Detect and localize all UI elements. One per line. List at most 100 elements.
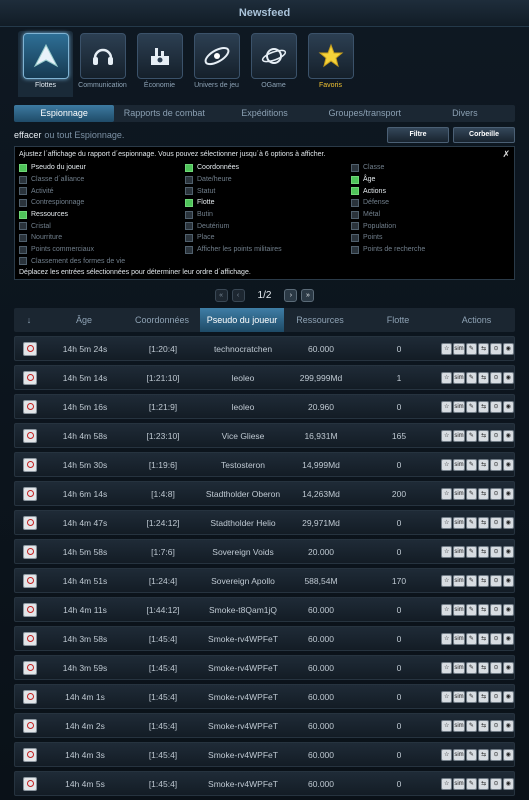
share-icon[interactable]: ⇆ — [478, 487, 490, 500]
share-icon[interactable]: ⇆ — [478, 719, 490, 732]
display-option[interactable]: Classement des formes de vie — [19, 256, 185, 268]
favorite-icon[interactable]: ☆ — [441, 458, 453, 471]
simulate-icon[interactable]: sim — [453, 574, 465, 587]
favorite-icon[interactable]: ☆ — [441, 516, 453, 529]
player-column-header[interactable]: Pseudo du joueur — [200, 308, 284, 332]
spy-report-icon[interactable] — [23, 457, 37, 472]
display-option[interactable]: Flotte — [185, 197, 351, 209]
favorite-icon[interactable]: ☆ — [441, 545, 453, 558]
attack-icon[interactable]: ◉ — [502, 516, 514, 529]
option-checkbox[interactable] — [185, 187, 193, 196]
display-option[interactable]: Pseudo du joueur — [19, 162, 185, 174]
table-row[interactable]: 14h 6m 14s [1:4:8] Stadtholder Oberon 14,26… — [14, 481, 515, 506]
spy-report-icon[interactable] — [23, 631, 37, 646]
simulate-icon[interactable]: sim — [453, 371, 465, 384]
display-option[interactable]: Cristal — [19, 220, 185, 232]
spy-report-icon[interactable] — [23, 370, 37, 385]
coords-cell[interactable]: [1:45:4] — [125, 779, 201, 789]
option-checkbox[interactable] — [351, 163, 359, 172]
espionage-icon[interactable]: ⊙ — [490, 458, 502, 471]
display-option[interactable]: Classe — [351, 162, 517, 174]
category-favorites[interactable]: Favoris — [303, 33, 358, 97]
first-page-button[interactable]: « — [214, 288, 228, 302]
simulate-icon[interactable]: sim — [453, 690, 465, 703]
edit-icon[interactable]: ✎ — [465, 516, 477, 529]
filter-button[interactable]: Filtre — [387, 127, 449, 143]
espionage-icon[interactable]: ⊙ — [490, 487, 502, 500]
share-icon[interactable]: ⇆ — [478, 777, 490, 790]
display-option[interactable]: Deutérium — [185, 220, 351, 232]
tab-espionage[interactable]: Espionnage — [14, 105, 115, 122]
edit-icon[interactable]: ✎ — [465, 777, 477, 790]
option-checkbox[interactable] — [351, 210, 359, 219]
attack-icon[interactable]: ◉ — [502, 690, 514, 703]
option-checkbox[interactable] — [351, 175, 359, 184]
spy-report-icon[interactable] — [23, 515, 37, 530]
category-economy[interactable]: Économie — [132, 33, 187, 97]
share-icon[interactable]: ⇆ — [478, 661, 490, 674]
share-icon[interactable]: ⇆ — [478, 632, 490, 645]
simulate-icon[interactable]: sim — [453, 545, 465, 558]
edit-icon[interactable]: ✎ — [465, 429, 477, 442]
espionage-icon[interactable]: ⊙ — [490, 342, 502, 355]
share-icon[interactable]: ⇆ — [478, 400, 490, 413]
display-option[interactable]: Coordonnées — [185, 162, 351, 174]
table-row[interactable]: 14h 4m 58s [1:23:10] Vice Gliese 16,931M 165… — [14, 423, 515, 448]
espionage-icon[interactable]: ⊙ — [490, 429, 502, 442]
coords-cell[interactable]: [1:44:12] — [125, 605, 201, 615]
coords-cell[interactable]: [1:21:9] — [125, 402, 201, 412]
coords-cell[interactable]: [1:19:6] — [125, 460, 201, 470]
simulate-icon[interactable]: sim — [453, 661, 465, 674]
espionage-icon[interactable]: ⊙ — [490, 371, 502, 384]
option-checkbox[interactable] — [185, 163, 193, 172]
category-fleets[interactable]: Flottes — [18, 31, 73, 97]
edit-icon[interactable]: ✎ — [465, 719, 477, 732]
favorite-icon[interactable]: ☆ — [441, 748, 453, 761]
display-option[interactable]: Ressources — [19, 209, 185, 221]
favorite-icon[interactable]: ☆ — [441, 661, 453, 674]
sort-column-header[interactable]: ↓ — [14, 308, 44, 332]
share-icon[interactable]: ⇆ — [478, 371, 490, 384]
option-checkbox[interactable] — [19, 175, 27, 184]
display-option[interactable]: Place — [185, 232, 351, 244]
edit-icon[interactable]: ✎ — [465, 748, 477, 761]
table-row[interactable]: 14h 5m 16s [1:21:9] leoleo 20.960 0 ☆ sim ✎ ⇆ ⊙ ◉ — [14, 394, 515, 419]
coords-cell[interactable]: [1:45:4] — [125, 721, 201, 731]
option-checkbox[interactable] — [185, 233, 193, 242]
simulate-icon[interactable]: sim — [453, 400, 465, 413]
attack-icon[interactable]: ◉ — [502, 371, 514, 384]
category-communication[interactable]: Communication — [75, 33, 130, 97]
option-checkbox[interactable] — [19, 163, 27, 172]
simulate-icon[interactable]: sim — [453, 342, 465, 355]
display-option[interactable]: Activité — [19, 185, 185, 197]
age-column-header[interactable]: Âge — [44, 308, 124, 332]
coords-cell[interactable]: [1:23:10] — [125, 431, 201, 441]
favorite-icon[interactable]: ☆ — [441, 487, 453, 500]
favorite-icon[interactable]: ☆ — [441, 429, 453, 442]
table-row[interactable]: 14h 5m 14s [1:21:10] leoleo 299,999Md 1 ☆ sim ✎… — [14, 365, 515, 390]
espionage-icon[interactable]: ⊙ — [490, 748, 502, 761]
simulate-icon[interactable]: sim — [453, 603, 465, 616]
coords-cell[interactable]: [1:7:6] — [125, 547, 201, 557]
table-row[interactable]: 14h 5m 30s [1:19:6] Testosteron 14,999Md 0 ☆ s… — [14, 452, 515, 477]
edit-icon[interactable]: ✎ — [465, 371, 477, 384]
display-option[interactable]: Nourriture — [19, 232, 185, 244]
prev-page-button[interactable]: ‹ — [231, 288, 245, 302]
table-row[interactable]: 14h 5m 58s [1:7:6] Sovereign Voids 20.000 0 ☆… — [14, 539, 515, 564]
coords-cell[interactable]: [1:24:12] — [125, 518, 201, 528]
option-checkbox[interactable] — [19, 233, 27, 242]
favorite-icon[interactable]: ☆ — [441, 371, 453, 384]
option-checkbox[interactable] — [185, 222, 193, 231]
espionage-icon[interactable]: ⊙ — [490, 400, 502, 413]
next-page-button[interactable]: › — [284, 288, 298, 302]
espionage-icon[interactable]: ⊙ — [490, 661, 502, 674]
coords-cell[interactable]: [1:45:4] — [125, 750, 201, 760]
close-icon[interactable]: ✗ — [502, 149, 510, 160]
attack-icon[interactable]: ◉ — [502, 458, 514, 471]
display-option[interactable]: Actions — [351, 185, 517, 197]
share-icon[interactable]: ⇆ — [478, 458, 490, 471]
option-checkbox[interactable] — [19, 222, 27, 231]
display-option[interactable]: Afficher les points militaires — [185, 244, 351, 256]
table-row[interactable]: 14h 4m 3s [1:45:4] Smoke-rv4WPFeT 60.000 0 ☆ s… — [14, 742, 515, 767]
coords-cell[interactable]: [1:45:4] — [125, 663, 201, 673]
